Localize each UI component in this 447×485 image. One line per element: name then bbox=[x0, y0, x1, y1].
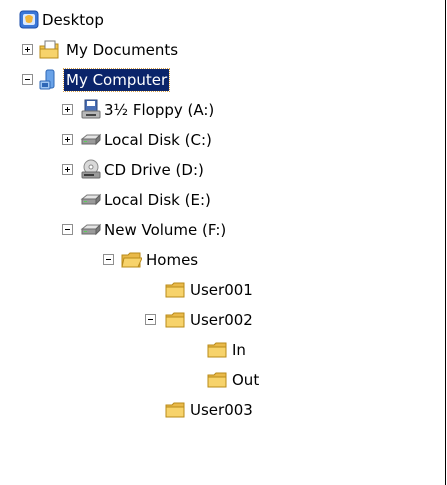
folder-icon bbox=[164, 399, 186, 421]
floppy-drive-icon bbox=[80, 99, 102, 121]
desktop-icon bbox=[18, 9, 40, 31]
collapse-icon[interactable] bbox=[22, 74, 33, 85]
tree-item-label: In bbox=[232, 341, 246, 359]
tree-item-label: User003 bbox=[190, 401, 253, 419]
tree-item-label: Local Disk (E:) bbox=[104, 191, 211, 209]
tree-item-label: My Documents bbox=[66, 41, 179, 59]
computer-icon bbox=[38, 69, 60, 91]
tree-item-label: 3½ Floppy (A:) bbox=[104, 101, 215, 119]
hard-disk-icon bbox=[80, 129, 102, 151]
folder-icon bbox=[206, 339, 228, 361]
collapse-icon[interactable] bbox=[103, 254, 114, 265]
folder-icon bbox=[164, 279, 186, 301]
tree-item-label: Out bbox=[232, 371, 260, 389]
folder-icon bbox=[206, 369, 228, 391]
tree-item-label: Desktop bbox=[42, 11, 104, 29]
folder-open-icon bbox=[120, 249, 143, 271]
tree-item-label: My Computer bbox=[62, 68, 171, 92]
collapse-icon[interactable] bbox=[62, 224, 73, 235]
tree-item-label: New Volume (F:) bbox=[104, 221, 227, 239]
panel-right-border bbox=[445, 0, 446, 485]
folder-icon bbox=[164, 309, 186, 331]
tree-item-label: User002 bbox=[190, 311, 253, 329]
folder-tree: Desktop My Documents My Computer 3½ Flop… bbox=[0, 0, 447, 485]
hard-disk-icon bbox=[80, 219, 102, 241]
hard-disk-icon bbox=[80, 189, 102, 211]
expand-icon[interactable] bbox=[62, 104, 73, 115]
tree-item-label: CD Drive (D:) bbox=[104, 161, 204, 179]
expand-icon[interactable] bbox=[62, 134, 73, 145]
tree-item-label: Homes bbox=[146, 251, 199, 269]
tree-item-label: User001 bbox=[190, 281, 253, 299]
collapse-icon[interactable] bbox=[145, 314, 156, 325]
cd-drive-icon bbox=[80, 159, 102, 181]
tree-item-label: Local Disk (C:) bbox=[104, 131, 212, 149]
documents-folder-icon bbox=[38, 39, 60, 61]
expand-icon[interactable] bbox=[22, 44, 33, 55]
expand-icon[interactable] bbox=[62, 164, 73, 175]
